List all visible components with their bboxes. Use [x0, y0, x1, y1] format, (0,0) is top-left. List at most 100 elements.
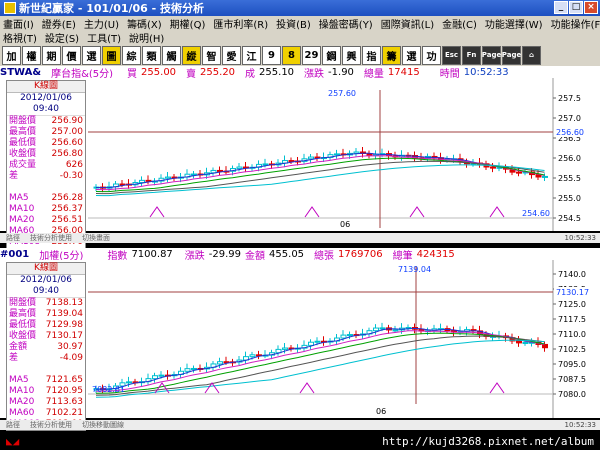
menu-chips[interactable]: 籌碼(X): [124, 16, 167, 31]
amount-value: 455.05: [269, 248, 305, 260]
candle-body: [516, 340, 522, 344]
toolbar-button[interactable]: 愛: [222, 45, 241, 65]
toolbar-button[interactable]: Page: [482, 45, 501, 65]
panel-row-label: MA20: [9, 397, 35, 407]
axis-tick-label: 7087.5: [558, 375, 586, 384]
menu-bar-primary: 畫面(I) 證券(E) 主力(U) 籌碼(X) 期權(Q) 匯市利率(R) 投資…: [0, 16, 600, 31]
menu-futures-options[interactable]: 期權(Q): [167, 16, 211, 31]
menu-fx-rates[interactable]: 匯市利率(R): [210, 16, 273, 31]
panel-row-value: 7120.95: [45, 386, 83, 396]
status-switch[interactable]: 切換畫面: [82, 233, 110, 243]
menu-help[interactable]: 說明(H): [126, 30, 169, 45]
toolbar-button[interactable]: 類: [142, 45, 161, 65]
index-value: 7100.87: [131, 248, 173, 260]
maximize-button[interactable]: □: [569, 1, 583, 14]
candle-body: [217, 361, 223, 365]
toolbar-button[interactable]: 圖: [102, 45, 121, 65]
toolbar-button[interactable]: 觸: [162, 45, 181, 65]
status-time: 10:52:33: [564, 234, 596, 242]
window-title: 新世紀贏家 - 101/01/06 - 技術分析: [19, 2, 205, 15]
toolbar-button[interactable]: 期: [42, 45, 61, 65]
candle-body: [347, 334, 353, 337]
toolbar-button[interactable]: 縱: [182, 45, 201, 65]
toolbar-button[interactable]: 綜: [122, 45, 141, 65]
toolbar-button[interactable]: 權: [22, 45, 41, 65]
menu-tools[interactable]: 工具(T): [84, 30, 126, 45]
candle-body: [262, 163, 269, 166]
high-marker-label: 257.60: [328, 89, 356, 98]
menu-trading-code[interactable]: 操盤密碼(Y): [316, 16, 378, 31]
index-candlestick-chart[interactable]: 7140.07132.57125.07117.57110.07102.57095…: [0, 260, 600, 418]
axis-tick-label: 7125.0: [558, 300, 586, 309]
chart-bg: [0, 78, 600, 231]
axis-tick-label: 7102.5: [558, 345, 586, 354]
candle-body: [542, 343, 548, 349]
menu-screen[interactable]: 畫面(I): [0, 16, 39, 31]
toolbar-button[interactable]: 鋼: [322, 45, 341, 65]
toolbar-button[interactable]: 智: [202, 45, 221, 65]
candle-body: [236, 166, 243, 170]
toolbar-button[interactable]: 8: [282, 45, 301, 65]
panel-row: 收盤價 256.80: [7, 149, 85, 160]
brand-mark: ◣◢: [6, 434, 20, 448]
toolbar-button[interactable]: Esc: [442, 45, 461, 65]
close-button[interactable]: ×: [584, 1, 598, 14]
watermark-bar: ◣◢ http://kujd3268.pixnet.net/album: [0, 432, 600, 450]
panel-row: 最低價 7129.98: [7, 320, 85, 331]
menu-securities[interactable]: 證券(E): [39, 16, 81, 31]
status-path: 路徑: [6, 421, 20, 429]
toolbar-button[interactable]: 江: [242, 45, 261, 65]
toolbar-button[interactable]: 價: [62, 45, 81, 65]
panel-row-label: MA5: [9, 193, 29, 203]
panel-row: 最高價 7139.04: [7, 309, 85, 320]
menu-main-force[interactable]: 主力(U): [81, 16, 124, 31]
change-value: -1.90: [328, 66, 354, 78]
minimize-button[interactable]: _: [554, 1, 568, 14]
toolbar-button[interactable]: 9: [262, 45, 281, 65]
axis-tick-label: 7117.5: [558, 315, 586, 324]
panel-row-label: 開盤價: [9, 116, 37, 126]
toolbar-button[interactable]: 29: [302, 45, 321, 65]
menu-settings[interactable]: 設定(S): [42, 30, 84, 45]
low-marker-label: 7082.61: [92, 385, 125, 394]
panel-row: MA5 256.28: [7, 193, 85, 204]
panel-row-label: 收盤價: [9, 331, 37, 341]
toolbar-button[interactable]: 功: [422, 45, 441, 65]
buy-price: 255.00: [141, 66, 177, 78]
menu-international[interactable]: 國際資訊(L): [378, 16, 439, 31]
panel-row: 金額 30.97: [7, 342, 85, 353]
menu-function-operate[interactable]: 功能操作(F): [548, 16, 600, 31]
index-chart-area[interactable]: 7140.07132.57125.07117.57110.07102.57095…: [0, 260, 600, 418]
menu-function-select[interactable]: 功能選擇(W): [482, 16, 548, 31]
panel-row-value: 256.28: [51, 193, 84, 203]
futures-chart-area[interactable]: 257.5 257.0 256.5 256.0 255.5 255.0 254.5 256.6…: [0, 78, 600, 231]
toolbar-button[interactable]: 加: [2, 45, 21, 65]
change-value: -29.99: [208, 248, 242, 260]
candle-body: [542, 175, 548, 178]
menu-bar-secondary: 格視(T) 設定(S) 工具(T) 說明(H): [0, 30, 600, 45]
futures-candlestick-chart[interactable]: 257.5257.0256.5256.0255.5255.0254.5256.6…: [0, 78, 600, 231]
panel-row-label: MA10: [9, 204, 35, 214]
panel-row-label: 差: [9, 171, 19, 181]
menu-investment[interactable]: 投資(B): [273, 16, 316, 31]
panel-date: 2012/01/06 09:40: [7, 275, 85, 298]
toolbar-button[interactable]: Page: [502, 45, 521, 65]
panel-row: [7, 364, 85, 375]
toolbar-button[interactable]: 指: [362, 45, 381, 65]
menu-view[interactable]: 格視(T): [0, 30, 42, 45]
toolbar-button[interactable]: 選: [82, 45, 101, 65]
panel-row-value: 7129.98: [45, 320, 83, 330]
quote-header-futures: STWA& 摩台指&(5分) 買 255.00 賣 255.20 成 255.1…: [0, 66, 600, 80]
candle-body: [191, 173, 197, 176]
toolbar-button[interactable]: 選: [402, 45, 421, 65]
menu-finance[interactable]: 金融(C): [439, 16, 482, 31]
status-switch[interactable]: 切換移動圖線: [82, 420, 124, 430]
axis-tick-label: 255.5: [558, 174, 581, 183]
toolbar-button[interactable]: Fn: [462, 45, 481, 65]
axis-tick-label: 7140.0: [558, 270, 586, 279]
toolbar-button[interactable]: 興: [342, 45, 361, 65]
panel-row: 開盤價 256.90: [7, 116, 85, 127]
panel-row-value: 626: [65, 160, 83, 170]
toolbar-button[interactable]: ⌂: [522, 45, 541, 65]
toolbar-button[interactable]: 籌: [382, 45, 401, 65]
